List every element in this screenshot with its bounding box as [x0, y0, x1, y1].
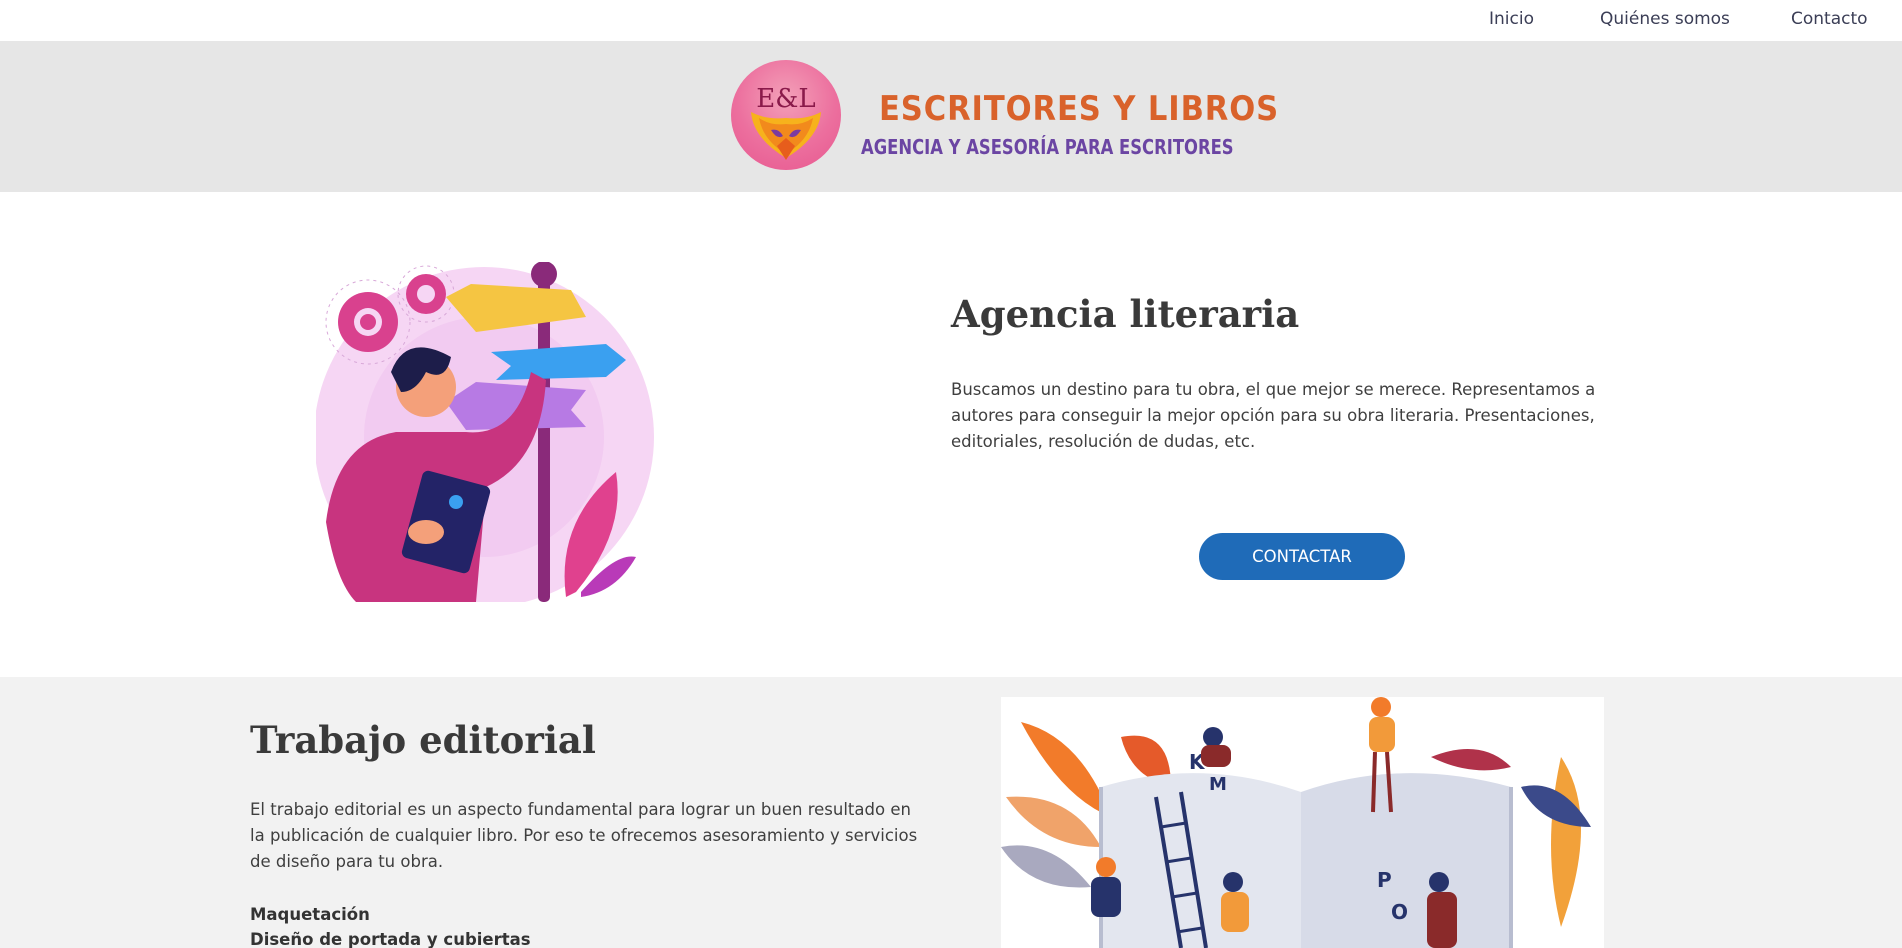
editorial-services-list: Maquetación Diseño de portada y cubierta… [250, 902, 531, 948]
logo-badge[interactable]: E&L [731, 60, 841, 170]
nav-link-inicio[interactable]: Inicio [1489, 9, 1534, 29]
open-book-illustration: K M P O [1001, 697, 1604, 948]
logo-text: ESCRITORES Y LIBROS AGENCIA Y ASESORÍA P… [861, 89, 1280, 159]
svg-text:O: O [1391, 900, 1408, 924]
book-scene-icon: K M P O [1001, 697, 1591, 948]
service-item: Maquetación [250, 905, 370, 924]
logo-monogram: E&L [756, 84, 816, 114]
site-header: E&L ESCRITORES Y LIBROS AGENCIA Y ASESOR… [0, 41, 1902, 192]
editorial-title: Trabajo editorial [250, 718, 596, 762]
editorial-paragraph: El trabajo editorial es un aspecto funda… [250, 800, 918, 871]
editorial-section: Trabajo editorial El trabajo editorial e… [0, 677, 1902, 948]
service-item: Diseño de portada y cubiertas [250, 930, 531, 948]
contact-button[interactable]: CONTACTAR [1199, 533, 1405, 580]
logo-subtitle: AGENCIA Y ASESORÍA PARA ESCRITORES [861, 135, 1234, 159]
svg-text:M: M [1209, 774, 1227, 795]
logo-title: ESCRITORES Y LIBROS [879, 89, 1280, 129]
logo-emblem-icon [751, 112, 821, 160]
signpost-illustration [316, 262, 654, 602]
nav-link-quienes-somos[interactable]: Quiénes somos [1600, 9, 1730, 29]
top-nav: Inicio Quiénes somos Contacto [0, 0, 1902, 41]
svg-text:P: P [1377, 868, 1392, 892]
agency-paragraph: Buscamos un destino para tu obra, el que… [951, 380, 1596, 451]
agency-title: Agencia literaria [951, 292, 1300, 336]
agency-section: Agencia literaria Buscamos un destino pa… [0, 192, 1902, 677]
nav-link-contacto[interactable]: Contacto [1791, 9, 1868, 29]
